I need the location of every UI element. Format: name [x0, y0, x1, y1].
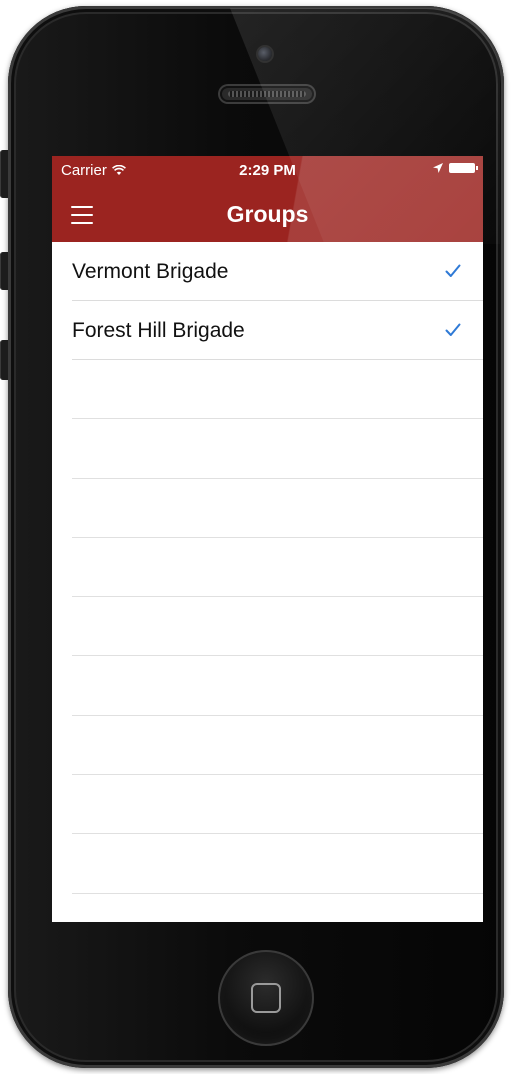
home-button[interactable]	[218, 950, 314, 1046]
checkmark-icon	[445, 264, 461, 277]
list-item[interactable]: Forest Hill Brigade	[72, 301, 483, 360]
empty-row	[72, 538, 483, 598]
screen: Carrier 2:29 PM Groups Vermont Brigade F…	[52, 156, 483, 922]
checkmark-icon	[445, 323, 461, 336]
empty-row	[72, 656, 483, 716]
volume-down-button	[0, 340, 8, 380]
volume-up-button	[0, 252, 8, 290]
page-title: Groups	[226, 201, 309, 227]
empty-row	[72, 834, 483, 894]
list-item[interactable]: Vermont Brigade	[72, 242, 483, 301]
location-arrow-icon	[433, 163, 443, 173]
empty-row	[72, 419, 483, 479]
groups-list: Vermont Brigade Forest Hill Brigade	[52, 242, 483, 894]
empty-row	[72, 360, 483, 420]
earpiece-speaker	[220, 86, 314, 102]
status-time: 2:29 PM	[239, 162, 296, 179]
empty-row	[72, 597, 483, 657]
group-name: Forest Hill Brigade	[72, 319, 245, 342]
group-name: Vermont Brigade	[72, 260, 229, 283]
mute-switch	[0, 150, 8, 198]
empty-row	[72, 775, 483, 835]
navigation-bar: Groups	[52, 186, 483, 242]
empty-row	[72, 716, 483, 776]
empty-row	[72, 479, 483, 538]
front-camera	[258, 47, 272, 61]
status-right	[433, 163, 478, 173]
status-bar: Carrier 2:29 PM	[52, 156, 483, 186]
battery-icon	[449, 163, 478, 173]
home-button-icon	[251, 983, 281, 1013]
